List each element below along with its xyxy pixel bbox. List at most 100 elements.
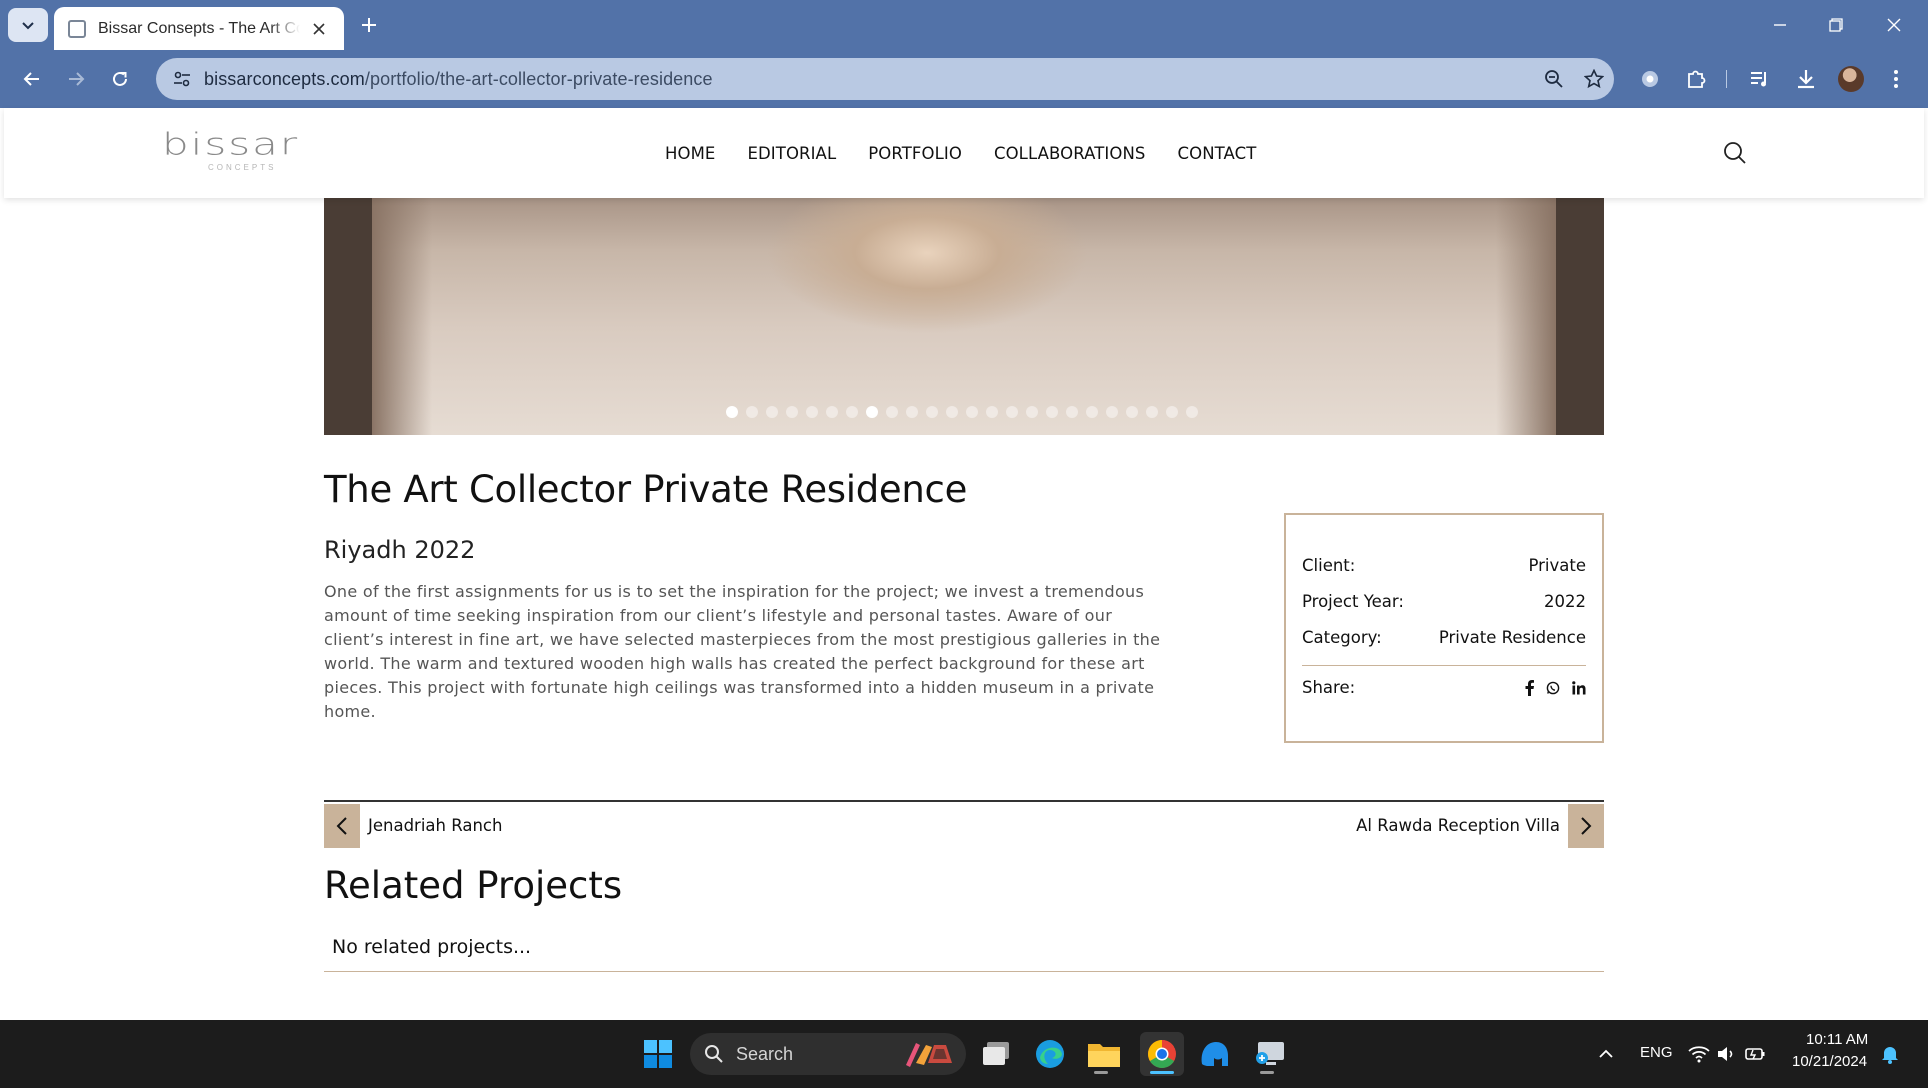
project-title: The Art Collector Private Residence [324,468,968,511]
slider-dot[interactable] [1006,406,1018,418]
folder-icon [1088,1044,1120,1067]
info-year-row: Project Year: 2022 [1302,592,1586,611]
restore-button[interactable] [1814,8,1858,42]
project-info-box: Client: Private Project Year: 2022 Categ… [1284,513,1604,743]
slider-dot[interactable] [1066,406,1078,418]
reload-button[interactable] [102,62,138,96]
slider-dot[interactable] [826,406,838,418]
slider-dot[interactable] [1026,406,1038,418]
url-host: bissarconcepts.com [204,68,365,89]
remote-desktop-button[interactable] [1250,1034,1290,1074]
arrow-right-icon [69,72,85,86]
chrome-running-indicator [1150,1071,1174,1074]
slider-dot[interactable] [1146,406,1158,418]
slider-dot[interactable] [1166,406,1178,418]
clock-date[interactable]: 10/21/2024 [1792,1053,1867,1070]
project-pagination: Jenadriah Ranch Al Rawda Reception Villa [324,800,1604,848]
bookmark-button[interactable] [1576,62,1612,96]
nav-portfolio[interactable]: PORTFOLIO [868,144,962,163]
next-project-button[interactable] [1568,804,1604,848]
slider-dot[interactable] [1186,406,1198,418]
nav-contact[interactable]: CONTACT [1178,144,1257,163]
slider-dot[interactable] [906,406,918,418]
slider-dot[interactable] [726,406,738,418]
slider-dot[interactable] [1086,406,1098,418]
slider-dot[interactable] [846,406,858,418]
new-tab-button[interactable] [354,10,384,40]
zoom-out-icon [1545,70,1563,88]
whatsapp-icon[interactable] [1546,681,1560,695]
bell-icon [1882,1047,1898,1064]
category-label: Category: [1302,628,1382,647]
address-bar[interactable]: bissarconcepts.com/portfolio/the-art-col… [156,58,1614,100]
language-indicator[interactable]: ENG [1640,1044,1673,1061]
browser-toolbar: bissarconcepts.com/portfolio/the-art-col… [0,50,1928,108]
chevron-left-icon [336,817,347,835]
extension-button[interactable] [1632,62,1668,96]
back-button[interactable] [14,62,50,96]
profile-avatar[interactable] [1838,66,1864,92]
chrome-app-button[interactable] [1140,1032,1184,1076]
slider-dot[interactable] [986,406,998,418]
slider-dot[interactable] [1046,406,1058,418]
site-info-button[interactable] [160,58,204,100]
slider-dot[interactable] [786,406,798,418]
prev-project-button[interactable] [324,804,360,848]
file-explorer-button[interactable] [1084,1034,1124,1074]
taskbar-search-label: Search [736,1043,794,1064]
media-control-button[interactable] [1742,62,1778,96]
project-image-slider[interactable] [324,198,1604,435]
client-label: Client: [1302,556,1356,575]
tab-close-button[interactable] [308,18,330,40]
taskbar-search-box[interactable]: Search [690,1033,966,1075]
plus-icon [362,18,376,32]
tune-icon [174,71,190,87]
site-search-button[interactable] [1722,140,1752,170]
logo-subtext: CONCEPTS [208,163,277,172]
app-button-blue[interactable] [1194,1034,1234,1074]
browser-tab-active[interactable]: Bissar Consepts - The Art Collector Priv… [54,7,344,50]
slider-dot[interactable] [926,406,938,418]
slider-dot[interactable] [946,406,958,418]
nav-home[interactable]: HOME [665,144,715,163]
slider-dot[interactable] [766,406,778,418]
minimize-button[interactable] [1758,8,1802,42]
slider-dot[interactable] [806,406,818,418]
browser-menu-button[interactable] [1878,62,1914,96]
tab-title: Bissar Consepts - The Art Collector Priv… [98,19,300,37]
facebook-icon[interactable] [1525,679,1534,696]
quick-settings-button[interactable] [1682,1034,1772,1074]
next-project-link[interactable]: Al Rawda Reception Villa [1356,816,1560,835]
notifications-button[interactable] [1870,1034,1910,1074]
extensions-button[interactable] [1678,62,1714,96]
slider-dot[interactable] [1106,406,1118,418]
playlist-icon [1751,72,1766,87]
edge-app-button[interactable] [1030,1034,1070,1074]
site-logo[interactable]: bissar CONCEPTS [162,126,314,176]
tray-overflow-button[interactable] [1586,1034,1626,1074]
downloads-button[interactable] [1788,62,1824,96]
task-view-button[interactable] [976,1034,1016,1074]
linkedin-icon[interactable] [1572,680,1586,695]
clock-time[interactable]: 10:11 AM [1806,1031,1868,1048]
forward-button[interactable] [58,62,94,96]
close-window-button[interactable] [1872,8,1916,42]
start-button[interactable] [638,1034,678,1074]
search-highlight-icon [902,1041,956,1072]
slider-dot[interactable] [966,406,978,418]
slider-dot[interactable] [746,406,758,418]
slide-image [372,198,1556,435]
nav-editorial[interactable]: EDITORIAL [747,144,836,163]
more-vert-icon [1894,70,1898,88]
prev-project-link[interactable]: Jenadriah Ranch [368,816,502,835]
project-description: One of the first assignments for us is t… [324,582,1161,721]
slider-dot[interactable] [866,406,878,418]
tab-search-button[interactable] [8,8,48,42]
zoom-button[interactable] [1536,62,1572,96]
browser-tab-bar: Bissar Consepts - The Art Collector Priv… [0,0,1928,50]
nav-collaborations[interactable]: COLLABORATIONS [994,144,1146,163]
logo-wordmark: bissar [162,126,300,162]
minimize-icon [1774,24,1786,26]
slider-dot[interactable] [1126,406,1138,418]
slider-dot[interactable] [886,406,898,418]
